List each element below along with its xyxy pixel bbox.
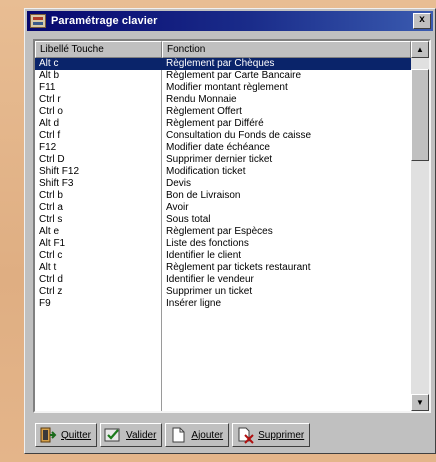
shortcut-function: Supprimer dernier ticket [166,154,273,165]
title-bar[interactable]: Paramétrage clavier x [27,11,433,31]
scroll-down-button[interactable]: ▼ [411,394,429,411]
shortcut-function: Rendu Monnaie [166,94,237,105]
list-item[interactable]: Ctrl d Identifier le vendeur [35,274,411,286]
shortcut-key: Ctrl z [39,286,63,297]
shortcut-function: Identifier le vendeur [166,274,254,285]
list-item[interactable]: F9 Insérer ligne [35,298,411,310]
shortcut-key: F9 [39,298,51,309]
shortcut-function: Règlement par Différé [166,118,264,129]
shortcut-key: Alt c [39,58,59,69]
list-item[interactable]: F11 Modifier montant règlement [35,82,411,94]
shortcut-function: Consultation du Fonds de caisse [166,130,312,141]
delete-button[interactable]: Supprimer [232,423,311,447]
list-item[interactable]: Shift F12 Modification ticket [35,166,411,178]
new-document-icon [172,427,185,443]
list-item[interactable]: Alt t Règlement par tickets restaurant [35,262,411,274]
shortcut-function: Supprimer un ticket [166,286,253,297]
list-item[interactable]: Alt d Règlement par Différé [35,118,411,130]
list-item[interactable]: Alt F1 Liste des fonctions [35,238,411,250]
quit-button[interactable]: Quitter [35,423,98,447]
shortcut-function: Avoir [166,202,189,213]
list-item[interactable]: Ctrl s Sous total [35,214,411,226]
shortcut-key: Ctrl r [39,94,61,105]
list-item[interactable]: Ctrl b Bon de Livraison [35,190,411,202]
add-button[interactable]: Ajouter [165,423,230,447]
shortcut-key: Shift F3 [39,178,74,189]
column-header-function[interactable]: Fonction [162,41,411,58]
delete-document-icon [238,427,254,444]
button-bar: Quitter Valider Ajouter Supprimer [35,423,427,449]
shortcut-function: Devis [166,178,192,189]
app-icon [30,14,46,28]
scroll-thumb[interactable] [411,69,429,161]
validate-check-icon [104,428,120,442]
shortcut-key: Alt t [39,262,57,273]
list-item[interactable]: Ctrl r Rendu Monnaie [35,94,411,106]
shortcut-function: Règlement Offert [166,106,242,117]
list-item[interactable]: Alt e Règlement par Espèces [35,226,411,238]
list-item[interactable]: Ctrl z Supprimer un ticket [35,286,411,298]
scroll-up-button[interactable]: ▲ [411,41,429,58]
shortcut-key: Ctrl d [39,274,63,285]
shortcut-function: Modifier montant règlement [166,82,288,93]
validate-button[interactable]: Valider [100,423,163,447]
shortcut-key: Ctrl s [39,214,63,225]
shortcut-key: Ctrl a [39,202,63,213]
shortcut-key: Ctrl D [39,154,65,165]
shortcut-key: Ctrl f [39,130,61,141]
shortcut-function: Bon de Livraison [166,190,241,201]
list-rows: Alt c Règlement par Chèques Alt b Règlement… [35,58,411,411]
list-item[interactable]: Ctrl f Consultation du Fonds de caisse [35,130,411,142]
shortcut-key: Shift F12 [39,166,80,177]
list-item[interactable]: Alt c Règlement par Chèques [35,58,411,70]
shortcut-key: Ctrl c [39,250,63,261]
shortcut-function: Règlement par Carte Bancaire [166,70,302,81]
shortcut-key: Alt b [39,70,60,81]
shortcut-function: Identifier le client [166,250,242,261]
shortcut-list[interactable]: Libellé Touche Fonction Alt c Règlement p… [33,39,431,413]
delete-label: Supprimer [258,429,305,441]
list-item[interactable]: Alt b Règlement par Carte Bancaire [35,70,411,82]
list-item[interactable]: Shift F3 Devis [35,178,411,190]
column-header-key[interactable]: Libellé Touche [35,41,162,58]
shortcut-function: Règlement par Chèques [166,58,275,69]
exit-door-icon [40,427,57,443]
shortcut-key: Ctrl b [39,190,63,201]
shortcut-function: Modifier date échéance [166,142,270,153]
close-button[interactable]: x [413,13,431,29]
shortcut-key: Alt d [39,118,60,129]
validate-label: Valider [126,429,157,441]
list-item[interactable]: F12 Modifier date échéance [35,142,411,154]
shortcut-function: Règlement par tickets restaurant [166,262,311,273]
vertical-scrollbar[interactable]: ▲ ▼ [411,41,429,411]
window-title: Paramétrage clavier [51,15,158,27]
shortcut-key: F11 [39,82,56,93]
shortcut-key: Alt e [39,226,60,237]
add-label: Ajouter [191,429,224,441]
shortcut-key: Alt F1 [39,238,66,249]
shortcut-function: Règlement par Espèces [166,226,273,237]
quit-label: Quitter [61,429,92,441]
list-item[interactable]: Ctrl c Identifier le client [35,250,411,262]
list-header: Libellé Touche Fonction [35,41,411,58]
list-item[interactable]: Ctrl a Avoir [35,202,411,214]
keyboard-settings-dialog: Paramétrage clavier x Libellé Touche Fon… [24,8,436,454]
list-item[interactable]: Ctrl o Règlement Offert [35,106,411,118]
list-item[interactable]: Ctrl D Supprimer dernier ticket [35,154,411,166]
shortcut-function: Insérer ligne [166,298,222,309]
shortcut-key: F12 [39,142,57,153]
shortcut-key: Ctrl o [39,106,63,117]
shortcut-function: Liste des fonctions [166,238,249,249]
shortcut-function: Sous total [166,214,211,225]
shortcut-function: Modification ticket [166,166,246,177]
